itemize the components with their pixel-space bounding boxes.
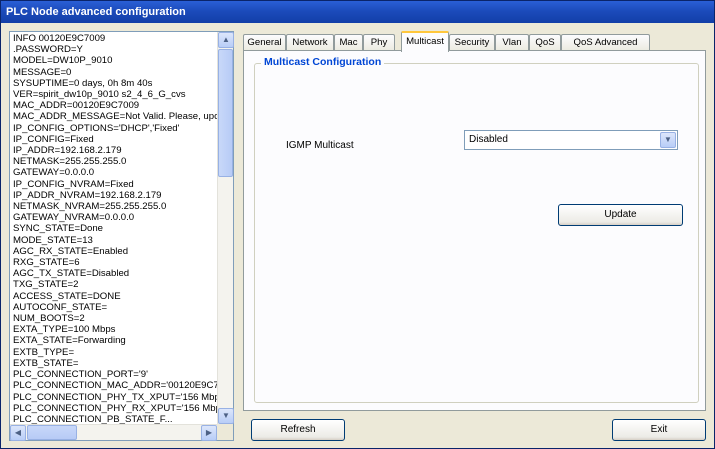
log-line: NETMASK=255.255.255.0 bbox=[13, 156, 127, 168]
log-line: EXTB_TYPE= bbox=[13, 346, 75, 358]
log-line: PLC_CONNECTION_PORT='9' bbox=[13, 369, 148, 381]
exit-button[interactable]: Exit bbox=[612, 419, 706, 441]
tab-mac[interactable]: Mac bbox=[334, 34, 363, 51]
log-line: MAC_ADDR_MESSAGE=Not Valid. Please, upc bbox=[13, 111, 217, 123]
window-title: PLC Node advanced configuration bbox=[1, 1, 714, 23]
log-line: TXG_STATE=2 bbox=[13, 279, 79, 291]
group-title: Multicast Configuration bbox=[261, 56, 385, 68]
scroll-right-icon[interactable]: ▶ bbox=[201, 425, 217, 441]
scrollbar-corner bbox=[217, 424, 233, 440]
log-line: RXG_STATE=6 bbox=[13, 257, 80, 269]
log-line: EXTA_TYPE=100 Mbps bbox=[13, 324, 116, 336]
tab-vlan[interactable]: Vlan bbox=[495, 34, 529, 51]
log-line: GATEWAY=0.0.0.0 bbox=[13, 167, 95, 179]
vertical-scrollbar[interactable]: ▲ ▼ bbox=[217, 32, 234, 424]
log-line: EXTB_STATE= bbox=[13, 357, 79, 369]
log-line: GATEWAY_NVRAM=0.0.0.0 bbox=[13, 212, 135, 224]
tab-qos-advanced[interactable]: QoS Advanced bbox=[561, 34, 650, 51]
log-line: MODE_STATE=13 bbox=[13, 234, 93, 246]
log-line: IP_ADDR=192.168.2.179 bbox=[13, 145, 122, 157]
horizontal-scrollbar[interactable]: ◀ ▶ bbox=[10, 424, 217, 441]
log-line: VER=spirit_dw10p_9010 s2_4_6_G_cvs bbox=[13, 89, 186, 101]
log-line: IP_ADDR_NVRAM=192.168.2.179 bbox=[13, 189, 162, 201]
tab-phy[interactable]: Phy bbox=[363, 34, 395, 51]
multicast-config-group: Multicast Configuration IGMP Multicast D… bbox=[254, 56, 699, 403]
scroll-left-icon[interactable]: ◀ bbox=[10, 425, 26, 441]
log-line: NETMASK_NVRAM=255.255.255.0 bbox=[13, 201, 167, 213]
tab-network[interactable]: Network bbox=[286, 34, 334, 51]
igmp-multicast-label: IGMP Multicast bbox=[286, 140, 354, 151]
log-line: SYNC_STATE=Done bbox=[13, 223, 104, 235]
log-line: AGC_RX_STATE=Enabled bbox=[13, 245, 129, 257]
log-line: IP_CONFIG_OPTIONS='DHCP','Fixed' bbox=[13, 122, 180, 134]
log-line: PLC_CONNECTION_MAC_ADDR='00120E9C7 bbox=[13, 380, 217, 392]
scroll-down-icon[interactable]: ▼ bbox=[218, 408, 234, 424]
log-line: IP_CONFIG_NVRAM=Fixed bbox=[13, 178, 134, 190]
vertical-scroll-thumb[interactable] bbox=[218, 49, 233, 177]
horizontal-scroll-thumb[interactable] bbox=[27, 425, 77, 440]
igmp-multicast-select[interactable]: Disabled ▼ bbox=[464, 130, 678, 150]
tab-general[interactable]: General bbox=[243, 34, 286, 51]
info-log-text: INFO 00120E9C7009 .PASSWORD=Y MODEL=DW10P_… bbox=[10, 32, 217, 424]
log-line: EXTA_STATE=Forwarding bbox=[13, 335, 126, 347]
igmp-multicast-value: Disabled bbox=[469, 134, 508, 145]
log-line: .PASSWORD=Y bbox=[13, 44, 83, 56]
tab-security[interactable]: Security bbox=[449, 34, 495, 51]
chevron-down-icon[interactable]: ▼ bbox=[660, 132, 676, 148]
log-line: PLC_CONNECTION_PHY_TX_XPUT='156 Mbp bbox=[13, 391, 217, 403]
log-line: NUM_BOOTS=2 bbox=[13, 313, 85, 325]
multicast-tab-panel: Multicast Configuration IGMP Multicast D… bbox=[243, 50, 706, 411]
log-line: IP_CONFIG=Fixed bbox=[13, 133, 94, 145]
log-line: INFO 00120E9C7009 bbox=[13, 33, 106, 44]
log-line: ACCESS_STATE=DONE bbox=[13, 290, 121, 302]
update-button[interactable]: Update bbox=[558, 204, 683, 226]
log-line: SYSUPTIME=0 days, 0h 8m 40s bbox=[13, 77, 153, 89]
log-line: MESSAGE=0 bbox=[13, 66, 72, 78]
log-line: AGC_TX_STATE=Disabled bbox=[13, 268, 130, 280]
info-log-panel[interactable]: INFO 00120E9C7009 .PASSWORD=Y MODEL=DW10P_… bbox=[9, 31, 234, 441]
tab-qos[interactable]: QoS bbox=[529, 34, 561, 51]
app-window: PLC Node advanced configuration INFO 001… bbox=[0, 0, 715, 449]
log-line: AUTOCONF_STATE= bbox=[13, 301, 108, 313]
log-line: PLC_CONNECTION_PHY_RX_XPUT='156 Mbp bbox=[13, 402, 217, 414]
log-line: PLC_CONNECTION_PB_STATE_F... bbox=[13, 413, 173, 424]
log-line: MAC_ADDR=00120E9C7009 bbox=[13, 100, 140, 112]
log-line: MODEL=DW10P_9010 bbox=[13, 55, 113, 67]
refresh-button[interactable]: Refresh bbox=[251, 419, 345, 441]
tab-multicast[interactable]: Multicast bbox=[401, 31, 449, 52]
scroll-up-icon[interactable]: ▲ bbox=[218, 32, 234, 48]
